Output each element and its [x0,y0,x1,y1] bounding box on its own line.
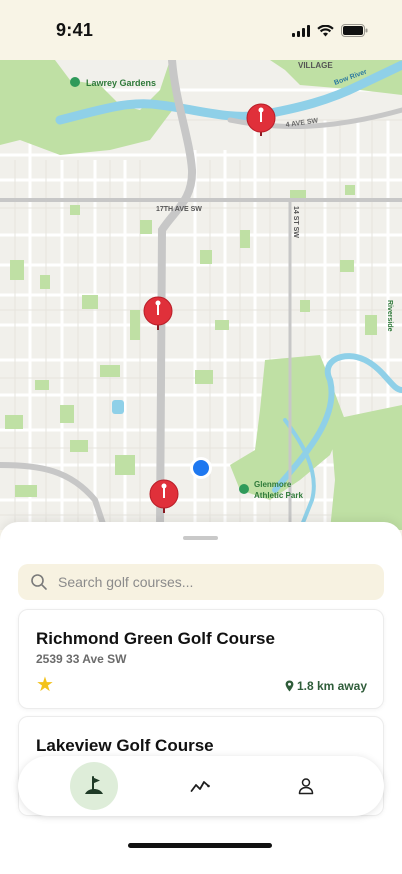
map-label-park-north: Lawrey Gardens [86,78,156,88]
status-icons [292,24,368,37]
course-name: Lakeview Golf Course [36,736,214,755]
stats-icon [190,781,210,792]
battery-icon [341,24,368,37]
cellular-signal-icon [292,24,310,37]
current-location-dot [190,457,212,479]
map-label-east-park: Riverside [386,300,393,332]
course-address: 2539 33 Ave SW [36,652,127,666]
search-bar[interactable] [18,564,384,600]
tab-profile[interactable] [282,762,330,810]
bottom-sheet[interactable]: Richmond Green Golf Course 2539 33 Ave S… [0,522,402,874]
home-indicator [128,843,272,848]
status-time: 9:41 [56,20,94,40]
course-distance-text: 1.8 km away [296,679,367,693]
status-bar: 9:41 [0,0,402,60]
profile-icon [298,778,314,795]
tab-courses[interactable] [70,762,118,810]
map-label-street-14: 14 ST SW [292,206,299,238]
tab-bar [18,756,384,816]
course-distance: 1.8 km away [285,679,367,693]
wifi-icon [317,24,334,36]
map-label-district: VILLAGE [298,61,333,70]
course-name: Richmond Green Golf Course [36,629,275,648]
sheet-grabber[interactable] [183,536,218,540]
tab-stats[interactable] [176,762,224,810]
map-view[interactable]: Lawrey Gardens VILLAGE Bow River 4 AVE S… [0,60,402,530]
golf-flag-icon [85,776,103,794]
search-icon [31,574,47,590]
map-label-park-south-2: Athletic Park [254,491,303,500]
map-label-park-south: Glenmore [254,480,292,489]
map-label-avenue-17: 17TH AVE SW [156,206,202,213]
course-card[interactable]: Richmond Green Golf Course 2539 33 Ave S… [18,609,384,709]
location-pin-icon [285,680,294,692]
search-input[interactable] [58,574,358,590]
star-icon: ★ [36,674,54,696]
